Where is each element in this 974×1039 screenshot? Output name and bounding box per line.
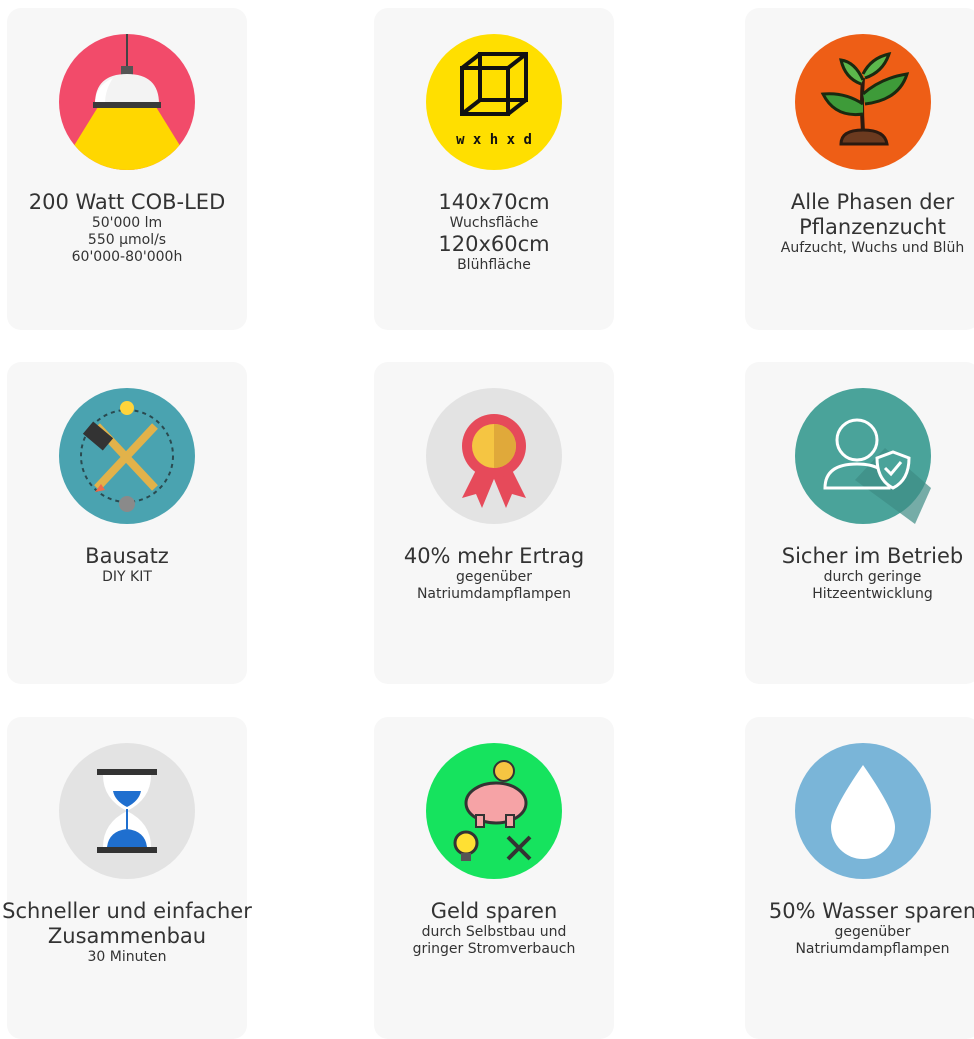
card-line: Natriumdampflampen <box>416 586 572 602</box>
water-drop-icon <box>795 743 931 879</box>
piggy-bank-icon <box>426 743 562 879</box>
card-title: Zusammenbau <box>47 924 207 948</box>
ceiling-lamp-icon <box>59 34 195 170</box>
seedling-icon <box>795 34 931 170</box>
feature-card-safety: Sicher im Betrieb durch geringe Hitzeent… <box>745 362 974 684</box>
cube-icon-label: w x h x d <box>456 132 532 148</box>
card-title: Geld sparen <box>430 899 558 923</box>
feature-card-yield: 40% mehr Ertrag gegenüber Natriumdampfla… <box>374 362 614 684</box>
feature-card-savings: Geld sparen durch Selbstbau und gringer … <box>374 717 614 1039</box>
feature-card-water: 50% Wasser sparen gegenüber Natriumdampf… <box>745 717 974 1039</box>
card-line: gegenüber <box>834 924 911 940</box>
card-line: Hitzeentwicklung <box>812 586 933 602</box>
tools-icon <box>59 388 195 524</box>
person-shield-icon <box>795 388 931 524</box>
card-line: Blühfläche <box>457 257 531 273</box>
card-line: durch Selbstbau und <box>421 924 567 940</box>
card-title: Schneller und einfacher <box>2 899 252 923</box>
card-line: Natriumdampflampen <box>795 941 950 957</box>
feature-card-dimensions: w x h x d 140x70cm Wuchsfläche 120x60cm … <box>374 8 614 330</box>
card-line: 50'000 lm <box>91 215 163 231</box>
card-line: 550 µmol/s <box>87 232 167 248</box>
hourglass-icon <box>59 743 195 879</box>
card-line: 60'000-80'000h <box>71 249 183 265</box>
card-title: Sicher im Betrieb <box>781 544 964 568</box>
card-title: 50% Wasser sparen <box>768 899 974 923</box>
card-title-secondary: 120x60cm <box>438 232 550 256</box>
award-ribbon-icon <box>426 388 562 524</box>
card-line: durch geringe <box>823 569 922 585</box>
card-title: 140x70cm <box>438 190 550 214</box>
card-title: 40% mehr Ertrag <box>403 544 585 568</box>
card-line: gegenüber <box>455 569 532 585</box>
cube-dimensions-icon: w x h x d <box>426 34 562 170</box>
card-line: 30 Minuten <box>87 949 167 965</box>
card-line: Aufzucht, Wuchs und Blüh <box>780 240 965 256</box>
card-line: Wuchsfläche <box>449 215 539 231</box>
card-title: Pflanzenzucht <box>799 215 946 239</box>
feature-card-cob-led: 200 Watt COB-LED 50'000 lm 550 µmol/s 60… <box>7 8 247 330</box>
card-line: gringer Stromverbauch <box>412 941 576 957</box>
feature-card-growth-phases: Alle Phasen der Pflanzenzucht Aufzucht, … <box>745 8 974 330</box>
feature-card-kit: Bausatz DIY KIT <box>7 362 247 684</box>
card-title: 200 Watt COB-LED <box>28 190 226 214</box>
card-line: DIY KIT <box>102 569 152 585</box>
feature-card-assembly: Schneller und einfacher Zusammenbau 30 M… <box>2 717 252 1039</box>
card-title: Bausatz <box>85 544 169 568</box>
card-title: Alle Phasen der <box>790 190 955 214</box>
